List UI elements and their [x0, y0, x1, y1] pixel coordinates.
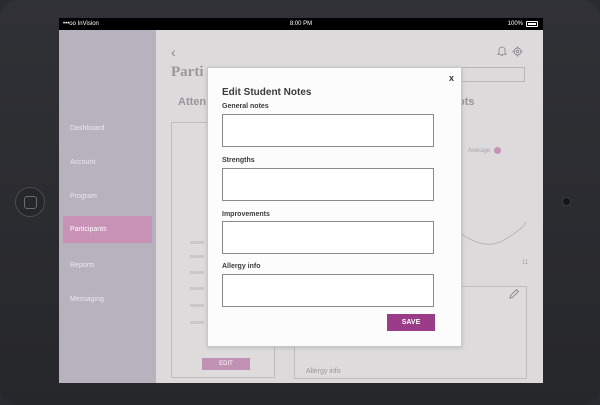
legend-average: Average: [468, 148, 491, 154]
sidebar-item-label: Reports: [70, 262, 95, 269]
info-line: [190, 321, 204, 324]
sidebar-item-label: Participants: [70, 226, 107, 233]
modal-title: Edit Student Notes: [222, 87, 312, 98]
sidebar-item-participants[interactable]: Participants: [63, 216, 152, 243]
battery-percent: 100%: [507, 21, 523, 27]
sidebar-item-label: Program: [70, 193, 97, 200]
chart-line: [455, 221, 527, 245]
front-camera: [562, 197, 571, 206]
info-line: [190, 255, 204, 258]
improvements-label: Improvements: [222, 211, 270, 218]
allergy-info-label: Allergy info: [222, 263, 261, 270]
general-notes-field[interactable]: [222, 114, 434, 147]
improvements-field[interactable]: [222, 221, 434, 254]
pencil-icon[interactable]: [508, 288, 520, 300]
edit-notes-modal: x Edit Student Notes General notes Stren…: [207, 67, 462, 347]
general-notes-label: General notes: [222, 103, 269, 110]
allergy-label: Allergy info: [306, 368, 341, 375]
sidebar-item-program[interactable]: Program: [63, 183, 152, 210]
close-icon[interactable]: x: [449, 73, 454, 83]
sidebar: Dashboard Account Program Participants R…: [59, 30, 156, 383]
status-bar: •••oo InVision 8:00 PM 100%: [59, 18, 543, 30]
info-line: [190, 241, 204, 244]
back-arrow-icon[interactable]: ‹: [171, 44, 176, 60]
page-title: Parti: [171, 64, 204, 80]
info-line: [190, 271, 204, 274]
sidebar-item-messaging[interactable]: Messaging: [63, 286, 152, 313]
sidebar-item-label: Dashboard: [70, 125, 105, 132]
attendance-heading: Atten: [178, 96, 207, 108]
edit-button[interactable]: EDIT: [202, 358, 250, 370]
save-button[interactable]: SAVE: [387, 314, 435, 331]
sidebar-item-account[interactable]: Account: [63, 149, 152, 176]
battery-indicator: 100%: [508, 18, 538, 30]
bell-icon[interactable]: [497, 46, 507, 57]
status-time: 8:00 PM: [289, 21, 313, 27]
legend-average-dot: [494, 147, 501, 154]
strengths-label: Strengths: [222, 157, 255, 164]
allergy-info-field[interactable]: [222, 274, 434, 307]
sidebar-item-label: Messaging: [70, 296, 104, 303]
sidebar-item-dashboard[interactable]: Dashboard: [63, 115, 152, 142]
gear-icon[interactable]: [512, 46, 523, 57]
info-line: [190, 304, 204, 307]
battery-icon: [526, 21, 538, 27]
sidebar-item-label: Account: [70, 159, 96, 166]
info-line: [190, 287, 204, 290]
home-button[interactable]: [15, 187, 45, 217]
sidebar-item-reports[interactable]: Reports: [63, 252, 152, 279]
axis-tick: 11: [522, 260, 529, 266]
strengths-field[interactable]: [222, 168, 434, 201]
tablet-frame: •••oo InVision 8:00 PM 100% Dashboard Ac…: [0, 0, 600, 405]
